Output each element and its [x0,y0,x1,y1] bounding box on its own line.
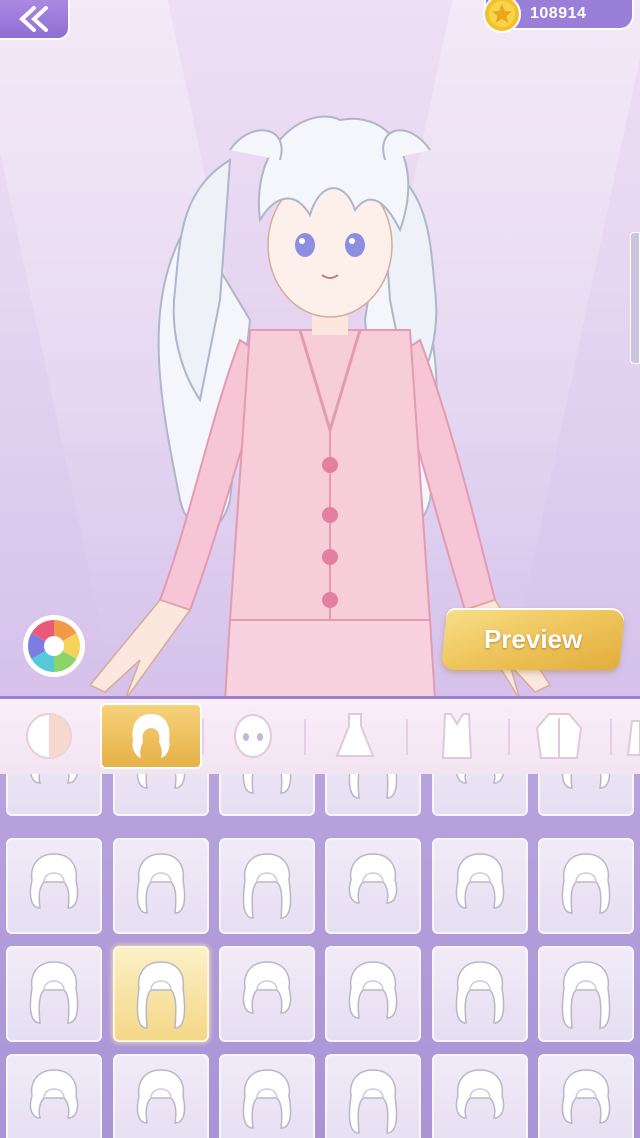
jacket-icon [535,713,583,759]
tab-skin[interactable] [0,705,98,767]
hair-option[interactable] [6,774,102,816]
top-icon [441,713,473,759]
hair-option[interactable] [6,838,102,934]
hair-option[interactable] [538,774,634,816]
hair-option[interactable] [113,838,209,934]
hair-option[interactable] [113,1054,209,1138]
hairstyle-icon [29,853,79,909]
hairstyle-icon [242,853,292,919]
hair-option[interactable] [538,946,634,1042]
hair-icon [132,714,170,758]
more-icon [626,720,640,756]
hairstyle-icon [348,961,398,1019]
hairstyle-icon [455,1069,505,1119]
hairstyle-icon [29,1069,79,1119]
hairstyle-icon [561,1069,611,1124]
hair-option[interactable] [538,838,634,934]
hairstyle-icon [348,1069,398,1134]
hair-option[interactable] [113,946,209,1042]
hair-option[interactable] [538,1054,634,1138]
preview-button[interactable]: Preview [440,608,626,670]
hair-option[interactable] [432,838,528,934]
skin-tone-icon [26,713,72,759]
tab-face[interactable] [204,705,302,767]
back-button[interactable] [0,0,70,40]
tab-hair[interactable] [102,705,200,767]
dress-icon [335,713,375,757]
preview-label: Preview [483,623,583,654]
hairstyle-icon [29,961,79,1024]
hair-option-grid [0,774,640,1138]
hairstyle-icon [242,1069,292,1129]
hairstyle-icon [136,1069,186,1124]
hairstyle-icon [561,774,611,789]
hair-option[interactable] [219,1054,315,1138]
category-tabbar [0,696,640,774]
star-coin-icon [483,0,521,33]
hair-option[interactable] [325,946,421,1042]
hairstyle-icon [561,853,611,914]
hair-option[interactable] [325,838,421,934]
hair-option[interactable] [325,774,421,816]
tab-jacket[interactable] [510,705,608,767]
coin-counter: 108914 [483,0,634,33]
hairstyle-icon [455,853,505,909]
back-chevron-icon [19,6,48,32]
hairstyle-icon [455,961,505,1024]
face-icon [234,714,272,758]
hairstyle-icon [348,774,398,799]
stage: Preview [0,0,640,700]
hairstyle-icon [242,961,292,1014]
hair-option[interactable] [325,1054,421,1138]
hair-option[interactable] [432,774,528,816]
tab-top[interactable] [408,705,506,767]
hairstyle-icon [30,774,78,784]
hair-option[interactable] [219,946,315,1042]
color-wheel-button[interactable] [22,614,86,678]
hair-option[interactable] [113,774,209,816]
hairstyle-icon [136,774,186,789]
hairstyle-icon [136,961,186,1029]
hairstyle-icon [348,853,398,904]
hair-option[interactable] [6,946,102,1042]
hair-option[interactable] [432,946,528,1042]
hairstyle-icon [456,774,504,784]
hair-option[interactable] [6,1054,102,1138]
hairstyle-icon [561,961,611,1029]
hairstyle-icon [136,853,186,914]
coin-value: 108914 [530,5,587,22]
side-panel-handle[interactable] [630,232,640,364]
tab-more[interactable] [612,705,640,767]
hair-option[interactable] [219,838,315,934]
hair-option[interactable] [432,1054,528,1138]
tab-dress[interactable] [306,705,404,767]
hairstyle-icon [242,774,292,794]
color-wheel-icon [23,615,85,677]
hair-option[interactable] [219,774,315,816]
